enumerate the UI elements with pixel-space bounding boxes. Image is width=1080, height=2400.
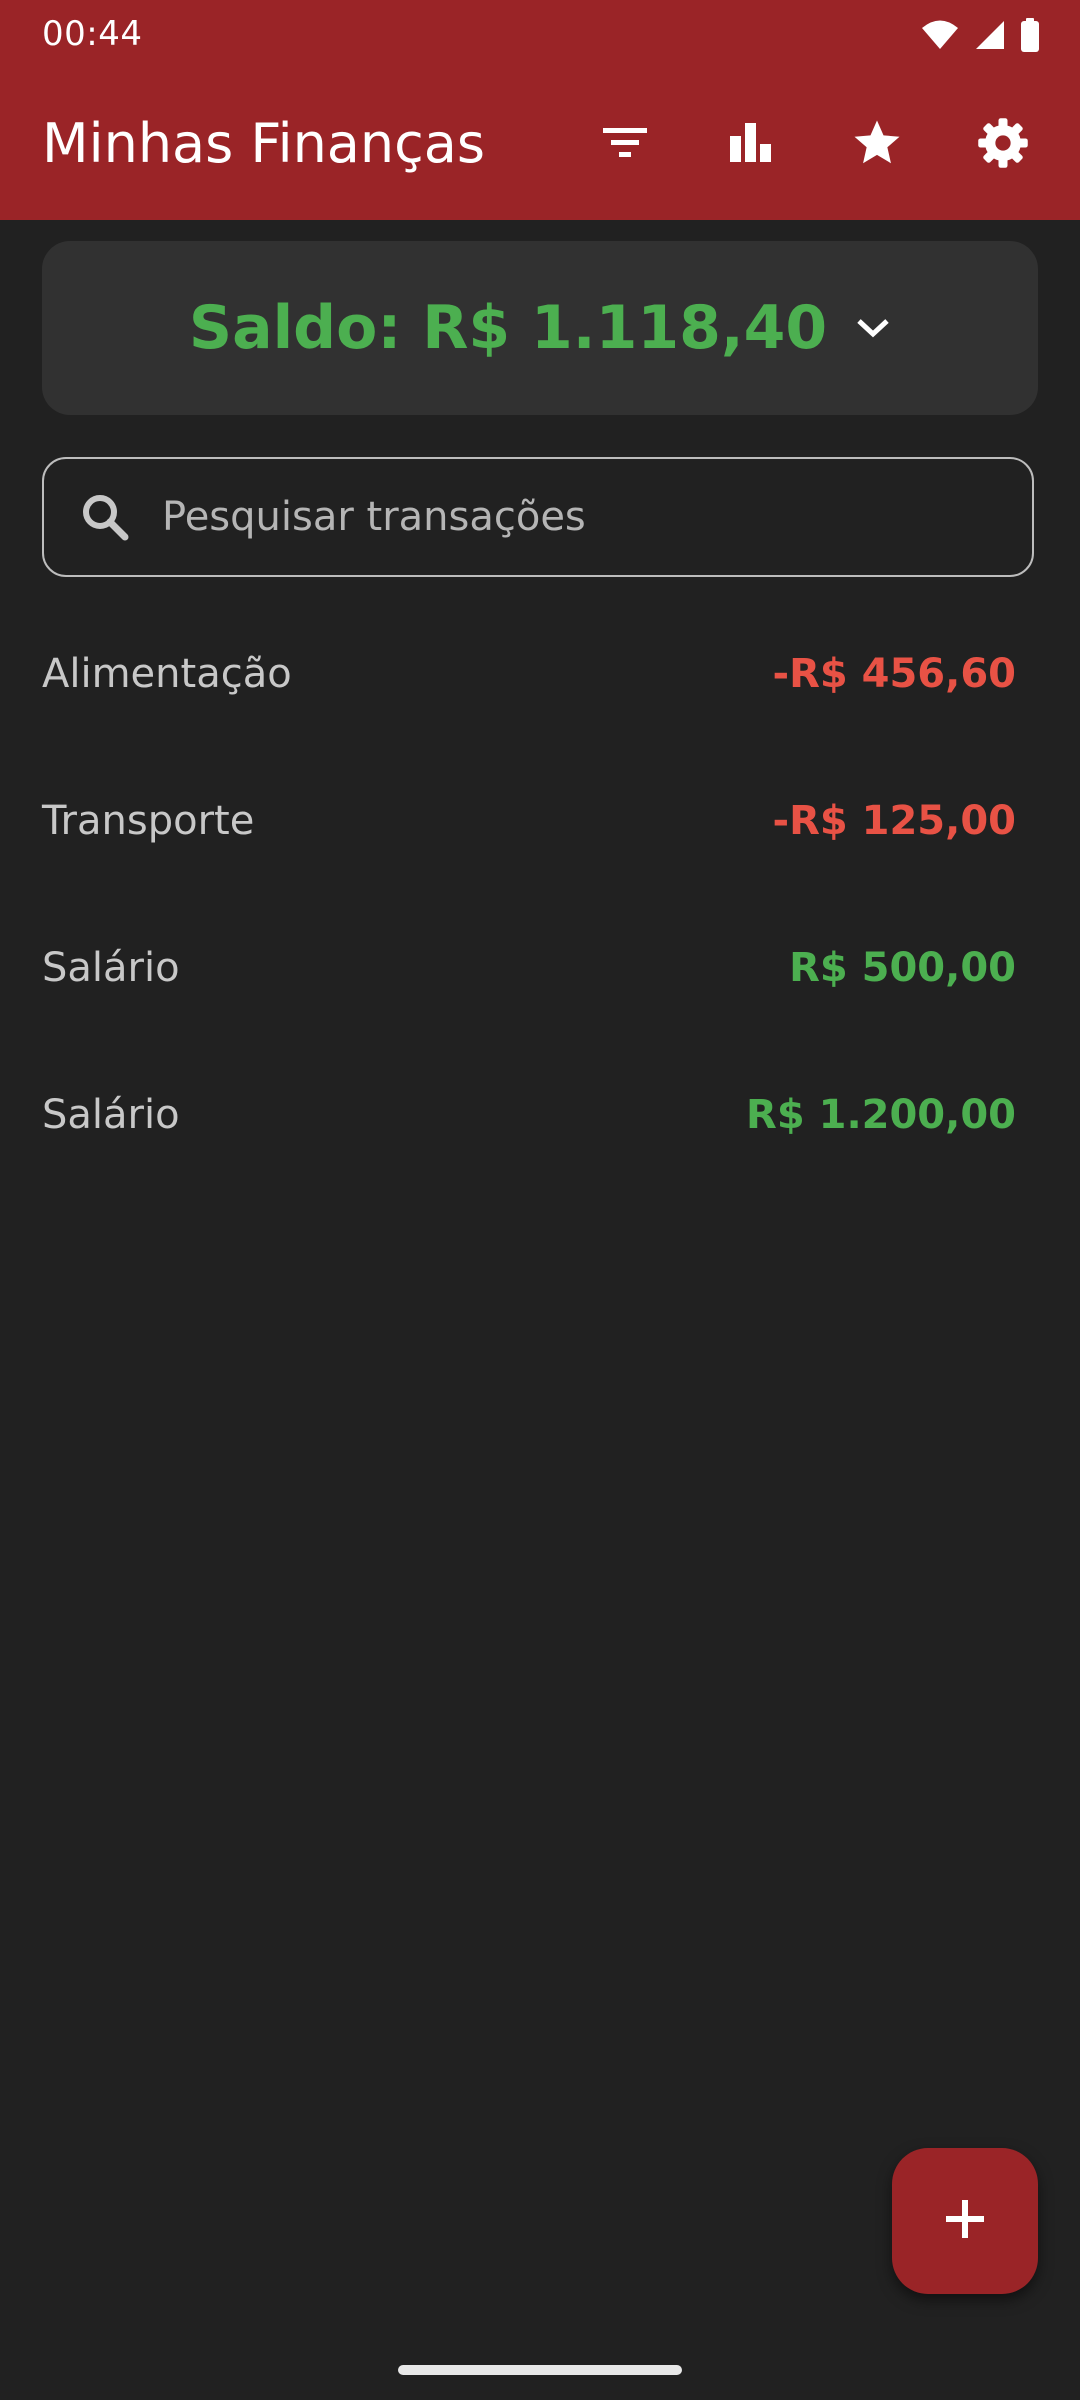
search-input[interactable] bbox=[160, 476, 964, 558]
transaction-amount: -R$ 456,60 bbox=[772, 650, 1016, 697]
statistics-button[interactable] bbox=[688, 82, 814, 208]
status-time: 00:44 bbox=[42, 14, 143, 54]
transaction-row[interactable]: Salário R$ 500,00 bbox=[0, 894, 1080, 1041]
plus-icon bbox=[943, 2197, 987, 2245]
transaction-category: Transporte bbox=[42, 797, 255, 844]
app-bar: 00:44 Minhas Finanças bbox=[0, 0, 1080, 220]
add-transaction-button[interactable] bbox=[892, 2148, 1038, 2294]
bar-chart-icon bbox=[726, 118, 776, 172]
signal-icon bbox=[974, 19, 1006, 51]
balance-card[interactable]: Saldo: R$ 1.118,40 bbox=[42, 241, 1038, 415]
favorites-button[interactable] bbox=[814, 82, 940, 208]
search-icon bbox=[80, 492, 130, 542]
gear-icon bbox=[976, 116, 1030, 174]
app-screen: 00:44 Minhas Finanças Saldo: R$ 1.118,40… bbox=[0, 0, 1080, 2400]
transaction-category: Alimentação bbox=[42, 650, 292, 697]
status-bar: 00:44 bbox=[0, 0, 1080, 70]
filter-button[interactable] bbox=[562, 82, 688, 208]
transaction-row[interactable]: Transporte -R$ 125,00 bbox=[0, 747, 1080, 894]
transaction-category: Salário bbox=[42, 944, 180, 991]
settings-button[interactable] bbox=[940, 82, 1066, 208]
transaction-amount: -R$ 125,00 bbox=[772, 797, 1016, 844]
transaction-list: Alimentação -R$ 456,60 Transporte -R$ 12… bbox=[0, 600, 1080, 1188]
transaction-category: Salário bbox=[42, 1091, 180, 1138]
toolbar: Minhas Finanças bbox=[0, 70, 1080, 220]
transaction-amount: R$ 500,00 bbox=[789, 944, 1016, 991]
transaction-row[interactable]: Alimentação -R$ 456,60 bbox=[0, 600, 1080, 747]
transaction-row[interactable]: Salário R$ 1.200,00 bbox=[0, 1041, 1080, 1188]
filter-icon bbox=[600, 118, 650, 172]
transaction-amount: R$ 1.200,00 bbox=[746, 1091, 1016, 1138]
wifi-icon bbox=[920, 19, 960, 51]
status-icons bbox=[920, 18, 1040, 52]
app-title: Minhas Finanças bbox=[42, 112, 486, 175]
toolbar-actions bbox=[562, 70, 1066, 220]
chevron-down-icon bbox=[855, 316, 891, 340]
battery-icon bbox=[1020, 18, 1040, 52]
gesture-navigation-bar[interactable] bbox=[398, 2365, 682, 2375]
search-box[interactable] bbox=[42, 457, 1034, 577]
star-icon bbox=[850, 116, 904, 174]
balance-amount: Saldo: R$ 1.118,40 bbox=[188, 293, 828, 363]
